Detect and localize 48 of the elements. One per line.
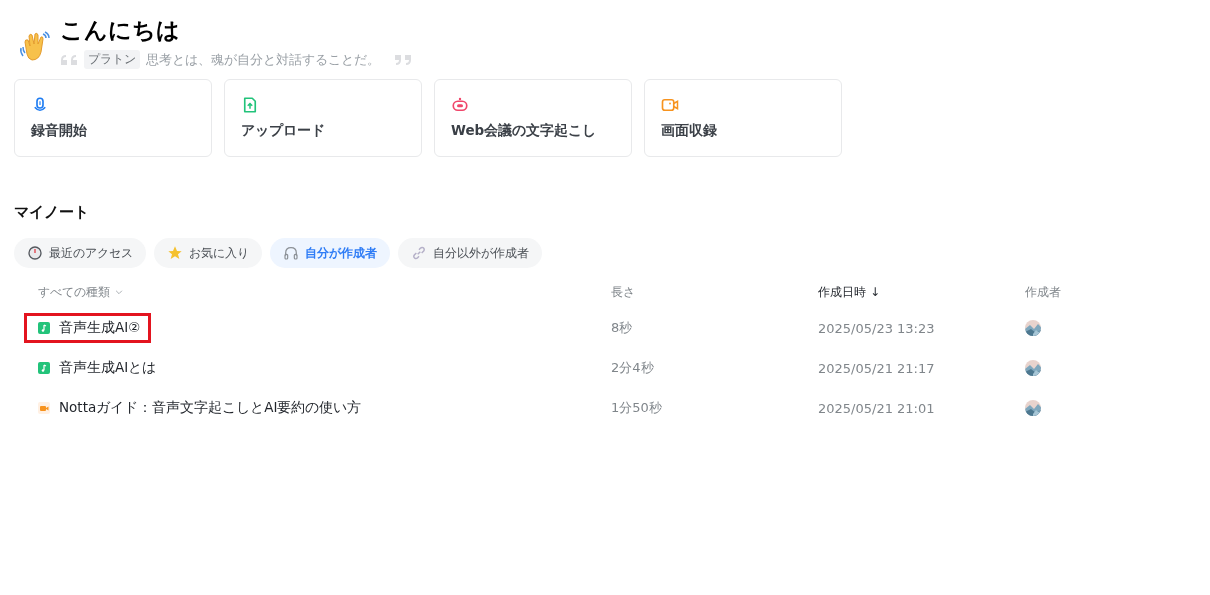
action-card[interactable]: アップロード [224,79,422,157]
note-title[interactable]: 音声生成AIとは [59,359,157,377]
date-cell-text: 2025/05/21 21:17 [818,360,936,376]
video-camera-icon [661,96,679,114]
note-title[interactable]: 音声生成AI② [59,319,141,337]
close-quote-icon [394,53,412,66]
note-title-cell[interactable]: 音声生成AIとは [24,353,168,383]
quote-text: 思考とは、魂が自分と対話することだ。 [146,50,380,69]
section-title: マイノート [14,203,90,222]
action-card[interactable]: Web会議の文字起こし [434,79,632,157]
sort-arrow[interactable]: ↓ [870,285,881,299]
headphones-icon [283,245,299,261]
audio-file-icon [37,361,51,375]
type-filter-dropdown[interactable]: すべての種類 [38,283,124,301]
microphone-icon [31,96,49,114]
filter-tab[interactable]: 自分が作成者 [270,238,390,268]
star-icon [167,245,183,261]
action-label: Web会議の文字起こし [451,122,598,140]
quote-author-tag: プラトン [84,50,140,69]
waving-hand-icon [18,28,52,62]
action-card[interactable]: 画面収録 [644,79,842,157]
video-file-icon [37,401,51,415]
clock-icon [27,245,43,261]
note-title[interactable]: Nottaガイド：音声文字起こしとAI要約の使い方 [59,399,362,417]
filter-tab[interactable]: 最近のアクセス [14,238,146,268]
duration-cell-text: 2分4秒 [611,359,655,377]
open-quote-icon [60,53,78,66]
audio-file-icon [37,321,51,335]
action-label: 画面収録 [661,122,718,140]
link-icon [411,245,427,261]
duration-cell-text: 1分50秒 [611,399,663,417]
note-title-cell[interactable]: 音声生成AI② [24,313,152,343]
robot-icon [451,96,469,114]
file-upload-icon [241,96,259,114]
note-title-cell[interactable]: Nottaガイド：音声文字起こしとAI要約の使い方 [24,393,373,423]
sorted-column-header[interactable]: 作成日時 [818,283,866,301]
filter-tab[interactable]: 自分以外が作成者 [398,238,542,268]
chevron-down-icon [114,287,124,297]
greeting-title: こんにちは [60,16,181,45]
action-card[interactable]: 録音開始 [14,79,212,157]
action-label: 録音開始 [31,122,88,140]
date-cell-text: 2025/05/23 13:23 [818,320,936,336]
filter-tab[interactable]: お気に入り [154,238,262,268]
action-label: アップロード [241,122,326,140]
duration-cell-text: 8秒 [611,319,634,337]
column-header[interactable]: 長さ [611,283,635,301]
column-header[interactable]: 作成者 [1025,283,1061,301]
date-cell-text: 2025/05/21 21:01 [818,400,936,416]
